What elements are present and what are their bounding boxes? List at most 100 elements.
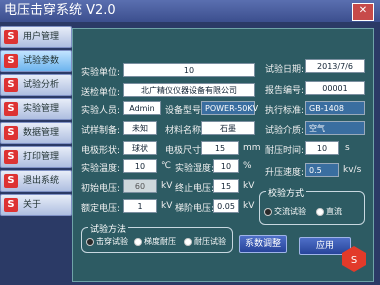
stop-voltage-input[interactable]: 15 bbox=[213, 179, 239, 193]
sidebar: S 用户管理 S 试验参数 S 试验分析 S 实验管理 S 数据管理 S 打印管理 S 退出系… bbox=[0, 26, 72, 266]
radio-gradient-withstand[interactable]: 梯度耐压 bbox=[134, 236, 176, 247]
electrode-size-input[interactable]: 15 bbox=[201, 141, 239, 155]
mode-group: 校验方式 交流试验 直流 bbox=[259, 186, 365, 225]
app-icon: S bbox=[4, 174, 18, 188]
device-model-select[interactable]: POWER-50KV bbox=[201, 101, 258, 115]
lab-unit-label: 实验单位: bbox=[81, 68, 121, 78]
calibrate-button[interactable]: 系数调整 bbox=[239, 235, 287, 253]
sidebar-item-label: 实验管理 bbox=[23, 104, 60, 114]
radio-breakdown-test[interactable]: 击穿试验 bbox=[86, 236, 128, 247]
stop-voltage-label: 终止电压: bbox=[175, 184, 215, 194]
sidebar-item-label: 试验参数 bbox=[23, 56, 60, 66]
step-voltage-unit: kV bbox=[243, 201, 255, 211]
sidebar-item-label: 用户管理 bbox=[23, 32, 60, 42]
sidebar-item-experiment[interactable]: S 实验管理 bbox=[0, 98, 72, 120]
temp-unit: ℃ bbox=[161, 161, 172, 171]
medium-label: 试验介质: bbox=[265, 126, 305, 136]
sample-prep-input[interactable]: 未知 bbox=[123, 121, 157, 135]
radio-label: 耐压试验 bbox=[194, 237, 226, 246]
sidebar-item-print[interactable]: S 打印管理 bbox=[0, 146, 72, 168]
radio-dot-icon bbox=[86, 237, 94, 246]
withstand-time-unit: s bbox=[345, 143, 350, 153]
brand-logo-icon: S bbox=[342, 246, 366, 272]
title-bar: 电压击穿系统 V2.0 ✕ bbox=[0, 0, 380, 22]
app-title: 电压击穿系统 V2.0 bbox=[4, 3, 116, 18]
humidity-input[interactable]: 10 bbox=[213, 159, 239, 173]
sidebar-item-exit[interactable]: S 退出系统 bbox=[0, 170, 72, 192]
sidebar-item-label: 关于 bbox=[23, 200, 42, 210]
parameter-panel: 实验单位: 10 试验日期: 2013/7/6 送检单位: 北广精仪仪器设备有限… bbox=[72, 28, 374, 282]
sidebar-item-params[interactable]: S 试验参数 bbox=[0, 50, 72, 72]
stop-voltage-unit: kV bbox=[243, 181, 255, 191]
radio-label: 击穿试验 bbox=[96, 237, 128, 246]
electrode-shape-label: 电极形状: bbox=[81, 146, 121, 156]
test-date-label: 试验日期: bbox=[265, 65, 305, 75]
radio-ac-test[interactable]: 交流试验 bbox=[264, 206, 306, 217]
sidebar-item-about[interactable]: S 关于 bbox=[0, 194, 72, 216]
step-voltage-input[interactable]: 0.05 bbox=[213, 199, 239, 213]
app-icon: S bbox=[4, 126, 18, 140]
app-icon: S bbox=[4, 150, 18, 164]
radio-label: 梯度耐压 bbox=[144, 237, 176, 246]
radio-dot-icon bbox=[264, 207, 272, 216]
rated-voltage-label: 额定电压: bbox=[81, 204, 121, 214]
sample-prep-label: 试样制备: bbox=[81, 126, 121, 136]
radio-label: 交流试验 bbox=[274, 207, 306, 216]
sidebar-item-label: 打印管理 bbox=[23, 152, 60, 162]
step-voltage-label: 梯阶电压: bbox=[175, 204, 215, 214]
report-no-label: 报告编号: bbox=[265, 86, 305, 96]
app-icon: S bbox=[4, 198, 18, 212]
send-unit-label: 送检单位: bbox=[81, 88, 121, 98]
sidebar-item-label: 退出系统 bbox=[23, 176, 60, 186]
temp-input[interactable]: 10 bbox=[123, 159, 157, 173]
humidity-unit: % bbox=[243, 161, 252, 171]
mode-group-title: 校验方式 bbox=[266, 186, 307, 199]
rise-speed-select[interactable]: 0.5 bbox=[305, 163, 339, 177]
withstand-time-label: 耐压时间: bbox=[265, 146, 305, 156]
temp-label: 实验温度: bbox=[81, 164, 121, 174]
app-icon: S bbox=[4, 78, 18, 92]
device-model-label: 设备型号: bbox=[165, 106, 205, 116]
init-voltage-label: 初始电压: bbox=[81, 184, 121, 194]
medium-select[interactable]: 空气 bbox=[305, 121, 365, 135]
electrode-size-label: 电极尺寸: bbox=[165, 146, 205, 156]
init-voltage-unit: kV bbox=[161, 181, 173, 191]
sidebar-item-analysis[interactable]: S 试验分析 bbox=[0, 74, 72, 96]
lab-unit-input[interactable]: 10 bbox=[123, 63, 255, 77]
standard-label: 执行标准: bbox=[265, 106, 305, 116]
rise-speed-unit: kv/s bbox=[343, 165, 362, 175]
tester-input[interactable]: Admin bbox=[123, 101, 161, 115]
app-icon: S bbox=[4, 30, 18, 44]
init-voltage-input[interactable]: 60 bbox=[123, 179, 157, 193]
radio-dot-icon bbox=[134, 237, 142, 246]
radio-withstand-test[interactable]: 耐压试验 bbox=[184, 236, 226, 247]
method-group: 试验方法 击穿试验 梯度耐压 耐压试验 bbox=[81, 222, 233, 253]
sidebar-item-label: 数据管理 bbox=[23, 128, 60, 138]
rise-speed-label: 升压速度: bbox=[265, 168, 305, 178]
withstand-time-input[interactable]: 10 bbox=[305, 141, 339, 155]
app-icon: S bbox=[4, 54, 18, 68]
rated-voltage-input[interactable]: 1 bbox=[123, 199, 157, 213]
radio-label: 直流 bbox=[326, 207, 342, 216]
material-input[interactable]: 石墨 bbox=[201, 121, 255, 135]
radio-dot-icon bbox=[184, 237, 192, 246]
radio-dc-test[interactable]: 直流 bbox=[316, 206, 342, 217]
test-date-input[interactable]: 2013/7/6 bbox=[305, 59, 365, 73]
electrode-shape-input[interactable]: 球状 bbox=[123, 141, 157, 155]
report-no-input[interactable]: 00001 bbox=[305, 81, 365, 95]
radio-dot-icon bbox=[316, 207, 324, 216]
rated-voltage-unit: kV bbox=[161, 201, 173, 211]
humidity-label: 实验湿度: bbox=[175, 164, 215, 174]
method-group-title: 试验方法 bbox=[88, 222, 129, 235]
sidebar-item-data[interactable]: S 数据管理 bbox=[0, 122, 72, 144]
app-icon: S bbox=[4, 102, 18, 116]
sidebar-item-users[interactable]: S 用户管理 bbox=[0, 26, 72, 48]
close-button[interactable]: ✕ bbox=[352, 3, 374, 21]
tester-label: 实验人员: bbox=[81, 106, 121, 116]
material-label: 材料名称: bbox=[165, 126, 205, 136]
standard-select[interactable]: GB-1408 bbox=[305, 101, 365, 115]
svg-text:S: S bbox=[351, 255, 357, 266]
electrode-size-unit: mm bbox=[243, 143, 261, 153]
send-unit-input[interactable]: 北广精仪仪器设备有限公司 bbox=[123, 83, 255, 97]
sidebar-item-label: 试验分析 bbox=[23, 80, 60, 90]
